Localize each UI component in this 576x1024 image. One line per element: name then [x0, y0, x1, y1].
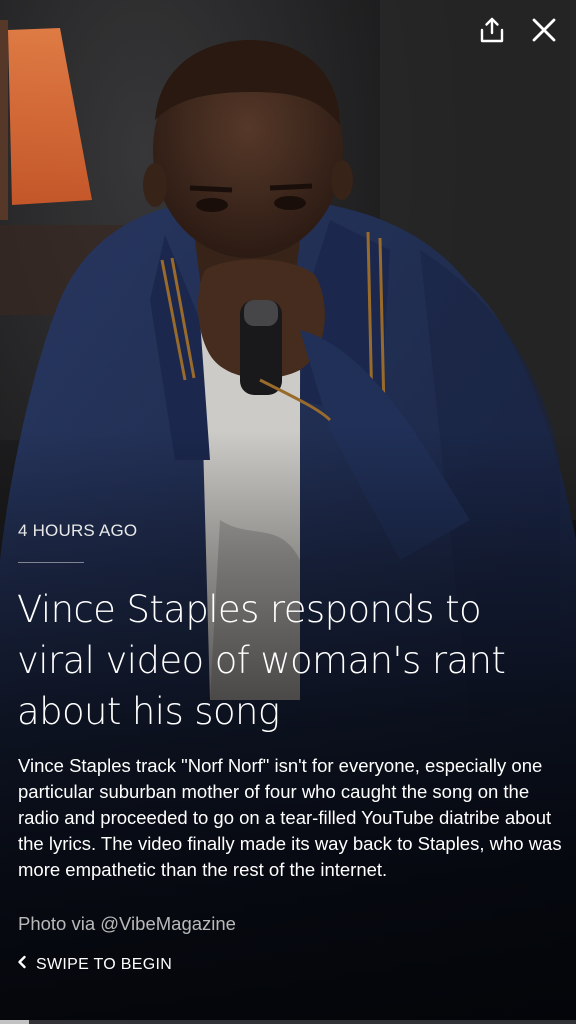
story-summary: Vince Staples track "Norf Norf" isn't fo… — [18, 755, 562, 880]
share-icon — [478, 16, 506, 49]
share-button[interactable] — [472, 12, 512, 52]
swipe-label: SWIPE TO BEGIN — [36, 955, 173, 973]
story-progress-bar — [0, 1020, 576, 1024]
story-progress-fill — [0, 1020, 29, 1024]
story-screen: 4 HOURS AGO Vince Staples responds to vi… — [0, 0, 576, 1024]
swipe-to-begin[interactable]: SWIPE TO BEGIN — [16, 955, 172, 974]
photo-credit: Photo via @VibeMagazine — [18, 913, 236, 934]
chevron-left-icon — [16, 955, 28, 974]
divider — [18, 562, 84, 563]
story-headline: Vince Staples responds to viral video of… — [17, 588, 506, 733]
close-icon — [531, 17, 557, 48]
close-button[interactable] — [524, 12, 564, 52]
story-timestamp: 4 HOURS AGO — [18, 521, 138, 540]
